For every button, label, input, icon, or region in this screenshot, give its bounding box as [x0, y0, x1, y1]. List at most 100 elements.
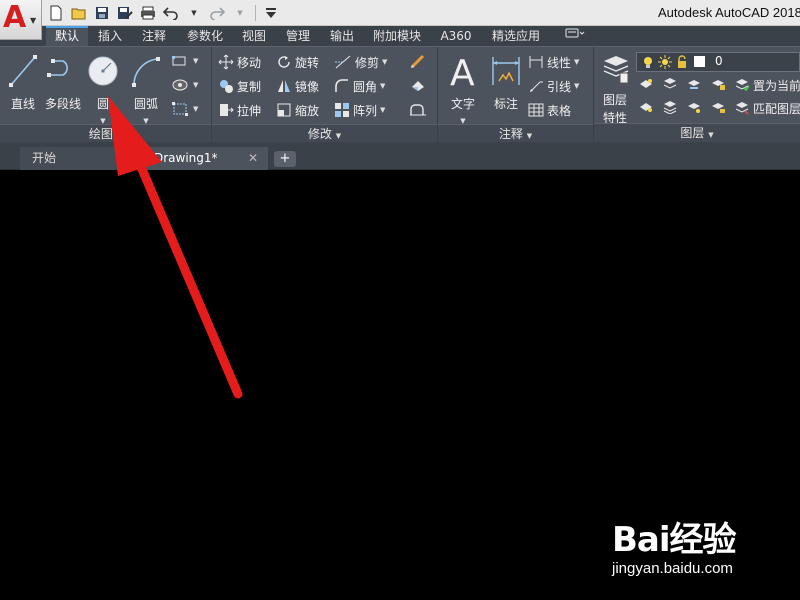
annotation-panel-footer[interactable]: 注释 ▼: [438, 124, 593, 143]
layer-properties-button[interactable]: 图层 特性: [596, 51, 634, 126]
save-icon[interactable]: [92, 3, 112, 23]
redo-icon[interactable]: [207, 3, 227, 23]
chevron-down-icon[interactable]: ▼: [380, 106, 385, 114]
match-layer-label: 匹配图层: [753, 101, 800, 116]
leader-label: 引线: [547, 79, 572, 94]
polyline-button[interactable]: 多段线: [42, 51, 84, 112]
stretch-icon: [220, 104, 234, 116]
line-label: 直线: [10, 97, 35, 111]
tab-a360[interactable]: A360: [436, 26, 476, 46]
copy-label: 复制: [237, 79, 262, 94]
chevron-down-icon[interactable]: ▼: [574, 58, 579, 66]
draw-panel-footer[interactable]: 绘图 ▼: [0, 124, 211, 143]
new-tab-button[interactable]: +: [274, 151, 296, 167]
layer-thaw-icon[interactable]: [684, 97, 704, 117]
tab-default[interactable]: 默认: [46, 26, 88, 46]
layer-lock-icon[interactable]: [708, 74, 728, 94]
mirror-button[interactable]: 镜像: [276, 75, 319, 97]
chevron-down-icon[interactable]: ▼: [380, 82, 385, 90]
trim-button[interactable]: 修剪 ▼: [334, 51, 387, 73]
layer-dropdown[interactable]: 0: [636, 52, 800, 72]
copy-button[interactable]: 复制: [218, 75, 261, 97]
chevron-down-icon[interactable]: ▼: [230, 3, 250, 23]
chevron-down-icon[interactable]: ▼: [193, 81, 198, 89]
tab-output[interactable]: 输出: [324, 26, 360, 46]
ribbon-display-toggle[interactable]: [562, 26, 588, 46]
draw-panel: 直线 多段线 圆 ▼ 圆弧 ▼ ▼ ▼ ▼ 绘图 ▼: [0, 47, 212, 143]
layer-off-icon[interactable]: [636, 74, 656, 94]
text-icon: A: [450, 53, 475, 94]
tab-annotate[interactable]: 注释: [136, 26, 172, 46]
layer-properties-label-line1: 图层: [602, 93, 627, 107]
tab-manage[interactable]: 管理: [280, 26, 316, 46]
chevron-down-icon[interactable]: ▼: [574, 82, 579, 90]
fillet-button[interactable]: 圆角 ▼: [334, 75, 385, 97]
layer-unisolate-icon[interactable]: [660, 97, 680, 117]
table-label: 表格: [547, 103, 572, 118]
rectangle-icon[interactable]: [170, 51, 190, 71]
application-menu-button[interactable]: A ▼: [0, 0, 42, 40]
erase-icon[interactable]: [408, 51, 428, 71]
boundary-icon[interactable]: [170, 99, 190, 119]
stretch-label: 拉伸: [237, 103, 262, 118]
tab-start-label: 开始: [32, 151, 57, 165]
tab-parametric[interactable]: 参数化: [180, 26, 230, 46]
open-icon[interactable]: [69, 3, 89, 23]
layer-unlock-icon[interactable]: [708, 97, 728, 117]
modify-panel-footer[interactable]: 修改 ▼: [212, 124, 437, 143]
tab-drawing1[interactable]: Drawing1* ✕: [142, 147, 268, 170]
move-button[interactable]: 移动: [218, 51, 261, 73]
window-title: Autodesk AutoCAD 2018: [658, 5, 800, 20]
chevron-down-icon[interactable]: ▼: [193, 57, 198, 65]
tab-addins[interactable]: 附加模块: [366, 26, 428, 46]
lock-icon: [678, 55, 686, 68]
chevron-down-icon: ▼: [30, 16, 37, 25]
new-icon[interactable]: [46, 3, 66, 23]
rotate-button[interactable]: 旋转: [276, 51, 319, 73]
svg-text:A: A: [450, 53, 475, 91]
rotate-icon: [278, 56, 290, 68]
tab-start[interactable]: 开始: [20, 147, 142, 170]
circle-button[interactable]: 圆 ▼: [84, 51, 122, 126]
chevron-down-icon[interactable]: ▼: [184, 3, 204, 23]
dimension-label: 标注: [493, 97, 518, 111]
leader-icon: [530, 81, 543, 92]
leader-button[interactable]: 引线 ▼: [528, 75, 579, 97]
layers-panel-footer[interactable]: 图层 ▼: [594, 123, 800, 142]
tab-view[interactable]: 视图: [236, 26, 272, 46]
tab-featured-apps[interactable]: 精选应用: [484, 26, 548, 46]
match-layer-button[interactable]: 匹配图层: [734, 97, 800, 119]
dimension-button[interactable]: 标注: [486, 51, 526, 112]
undo-icon[interactable]: [161, 3, 181, 23]
plot-icon[interactable]: [138, 3, 158, 23]
draw-panel-title: 绘图: [88, 127, 113, 141]
stretch-button[interactable]: 拉伸: [218, 99, 261, 121]
layer-freeze-icon[interactable]: [684, 74, 704, 94]
line-icon: [9, 55, 37, 87]
offset-icon[interactable]: [408, 99, 428, 119]
chevron-down-icon[interactable]: ▼: [382, 58, 387, 66]
table-button[interactable]: 表格: [528, 99, 571, 121]
line-button[interactable]: 直线: [4, 51, 42, 112]
array-button[interactable]: 阵列 ▼: [334, 99, 385, 121]
mirror-icon: [278, 80, 290, 92]
linear-label: 线性: [547, 55, 572, 70]
hatch-icon[interactable]: [170, 75, 190, 95]
explode-icon[interactable]: [408, 75, 428, 95]
scale-button[interactable]: 缩放: [276, 99, 319, 121]
close-icon[interactable]: ✕: [248, 147, 258, 169]
array-icon: [335, 103, 349, 117]
chevron-down-icon[interactable]: ▼: [193, 105, 198, 113]
linear-dimension-button[interactable]: 线性 ▼: [528, 51, 579, 73]
text-button[interactable]: A 文字 ▼: [442, 51, 484, 126]
layer-on-icon[interactable]: [636, 97, 656, 117]
arc-button[interactable]: 圆弧 ▼: [126, 51, 166, 126]
save-as-icon[interactable]: [115, 3, 135, 23]
layer-isolate-icon[interactable]: [660, 74, 680, 94]
polyline-label: 多段线: [44, 97, 81, 111]
annotation-panel-title: 注释: [498, 127, 523, 141]
customize-icon[interactable]: [261, 3, 281, 23]
make-current-button[interactable]: 置为当前: [734, 74, 800, 96]
tab-insert[interactable]: 插入: [92, 26, 128, 46]
mirror-label: 镜像: [295, 79, 320, 94]
